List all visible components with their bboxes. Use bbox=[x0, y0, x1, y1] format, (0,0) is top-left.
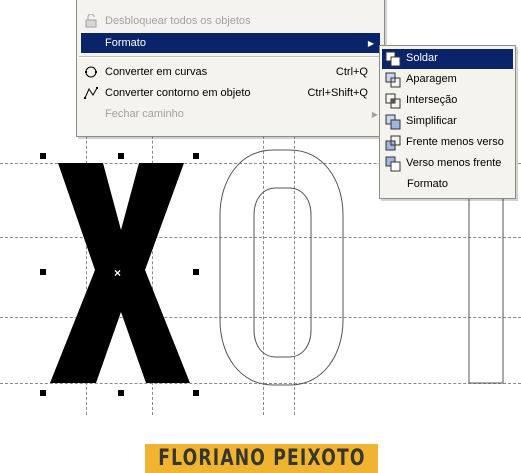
selection-handle-middle-right[interactable] bbox=[193, 269, 199, 275]
selection-handle-bottom-center[interactable] bbox=[118, 390, 124, 396]
submenu-item-label: Aparagem bbox=[406, 73, 457, 85]
back-minus-front-icon bbox=[385, 156, 401, 172]
submenu-item-label: Simplificar bbox=[406, 115, 457, 127]
menu-item-label: Desbloquear todos os objetos bbox=[105, 15, 251, 27]
menu-item-label: Converter em curvas bbox=[105, 66, 208, 78]
selection-handle-top-right[interactable] bbox=[193, 153, 199, 159]
simplify-icon bbox=[385, 114, 401, 130]
submenu-arrow-icon: ▶ bbox=[367, 38, 374, 48]
menu-item-label: Converter contorno em objeto bbox=[105, 87, 251, 99]
front-minus-back-icon bbox=[385, 135, 401, 151]
banner-text: FLORIANO PEIXOTO bbox=[157, 446, 366, 471]
trim-icon bbox=[385, 72, 401, 88]
selection-handle-middle-left[interactable] bbox=[40, 269, 46, 275]
menu-item-unlock-all[interactable]: Desbloquear todos os objetos bbox=[77, 11, 384, 31]
selection-handle-top-center[interactable] bbox=[118, 153, 124, 159]
submenu-item-simplificar[interactable]: Simplificar bbox=[382, 112, 513, 132]
menu-item-clipped bbox=[77, 0, 384, 5]
selection-handle-bottom-left[interactable] bbox=[40, 390, 46, 396]
menu-item-formato[interactable]: Formato ▶ bbox=[81, 33, 380, 53]
selection-center-marker[interactable]: × bbox=[114, 266, 121, 280]
submenu-item-label: Frente menos verso bbox=[406, 136, 504, 148]
weld-icon bbox=[385, 51, 401, 67]
submenu-item-soldar[interactable]: Soldar bbox=[382, 49, 513, 69]
selection-handle-bottom-right[interactable] bbox=[193, 390, 199, 396]
menu-item-shortcut: Ctrl+Shift+Q bbox=[307, 87, 368, 99]
context-menu: Desbloquear todos os objetos Formato ▶ C… bbox=[76, 0, 385, 137]
convert-outline-icon bbox=[83, 85, 99, 101]
menu-item-label: Fechar caminho bbox=[105, 108, 184, 120]
selection-handle-top-left[interactable] bbox=[40, 153, 46, 159]
intersect-icon bbox=[385, 93, 401, 109]
menu-separator bbox=[79, 56, 382, 58]
submenu-arrow-icon: ▶ bbox=[371, 109, 378, 119]
submenu-item-aparagem[interactable]: Aparagem bbox=[382, 70, 513, 90]
menu-item-convert-curves[interactable]: Converter em curvas Ctrl+Q bbox=[77, 62, 384, 82]
submenu-formato: Soldar Aparagem Interseção Simplificar F… bbox=[379, 45, 516, 199]
submenu-item-label: Formato bbox=[407, 178, 448, 190]
submenu-item-label: Interseção bbox=[406, 94, 458, 106]
unlock-objects-icon bbox=[83, 13, 99, 29]
submenu-item-intersecao[interactable]: Interseção bbox=[382, 91, 513, 111]
submenu-item-verso-menos-frente[interactable]: Verso menos frente bbox=[382, 154, 513, 174]
menu-item-close-path[interactable]: Fechar caminho ▶ bbox=[77, 104, 384, 124]
submenu-item-label: Verso menos frente bbox=[406, 157, 502, 169]
glyph-i-outline[interactable] bbox=[468, 189, 504, 384]
convert-curves-icon bbox=[83, 64, 99, 80]
submenu-item-frente-menos-verso[interactable]: Frente menos verso bbox=[382, 133, 513, 153]
menu-item-convert-outline[interactable]: Converter contorno em objeto Ctrl+Shift+… bbox=[77, 83, 384, 103]
glyph-o-outline[interactable] bbox=[219, 149, 344, 386]
submenu-item-formato[interactable]: Formato bbox=[382, 175, 513, 195]
menu-item-label: Formato bbox=[105, 37, 146, 49]
menu-item-shortcut: Ctrl+Q bbox=[335, 66, 368, 78]
brand-banner: FLORIANO PEIXOTO bbox=[145, 444, 378, 473]
submenu-item-label: Soldar bbox=[406, 52, 438, 64]
